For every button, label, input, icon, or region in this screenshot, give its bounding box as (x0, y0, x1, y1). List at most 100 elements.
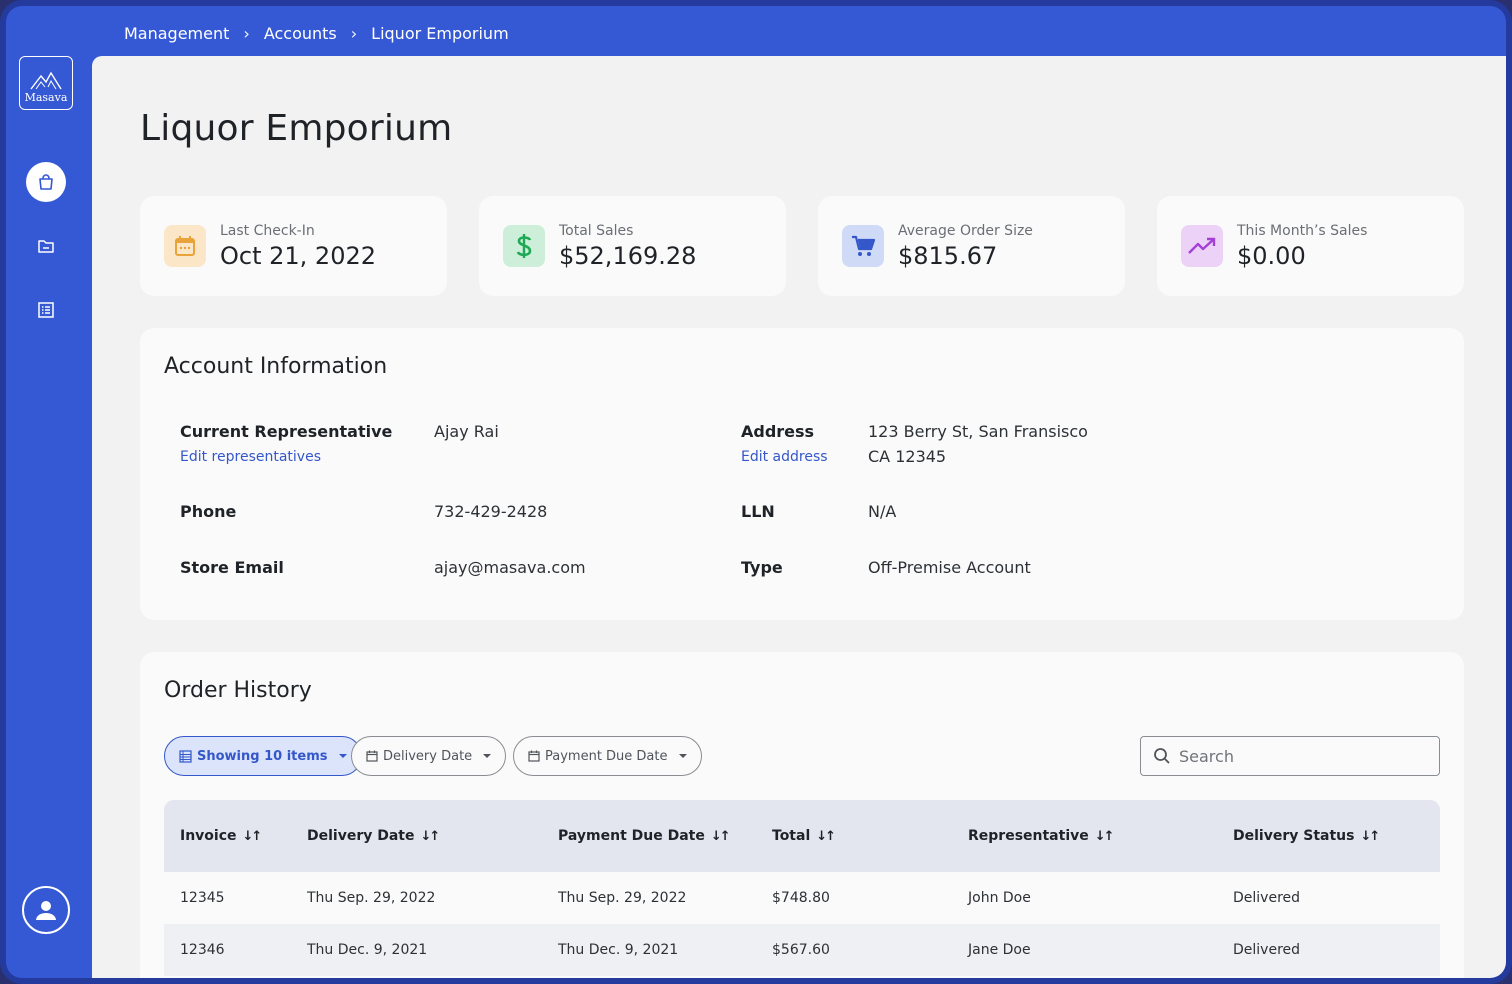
lln-value: N/A (868, 502, 897, 521)
store-email-value: ajay@masava.com (434, 558, 586, 577)
payment-due-date-filter-label: Payment Due Date (545, 748, 668, 764)
stat-label: Average Order Size (898, 222, 1033, 239)
caret-down-icon (338, 754, 347, 758)
table-row[interactable]: 12345 Thu Sep. 29, 2022 Thu Sep. 29, 202… (164, 872, 1440, 924)
column-header-delivery-status[interactable]: Delivery Status ↓↑ (1233, 800, 1380, 872)
search-box (1140, 736, 1440, 776)
stat-label: Last Check-In (220, 222, 315, 239)
sort-icon: ↓↑ (420, 828, 441, 844)
column-header-total[interactable]: Total ↓↑ (772, 800, 836, 872)
logo[interactable]: Masava (19, 56, 73, 110)
cell-delivery-status: Delivered (1233, 942, 1301, 958)
edit-address-link[interactable]: Edit address (741, 449, 828, 465)
page-title: Liquor Emporium (140, 108, 453, 149)
delivery-date-filter[interactable]: Delivery Date (351, 736, 507, 776)
trending-up-icon (1181, 225, 1223, 267)
stat-value: $52,169.28 (559, 241, 697, 270)
sort-icon: ↓↑ (710, 828, 731, 844)
column-header-invoice[interactable]: Invoice ↓↑ (180, 800, 263, 872)
column-header-label: Delivery Date (307, 828, 415, 844)
logo-text: Masava (24, 91, 68, 104)
lln-label: LLN (741, 502, 775, 521)
sidebar: Masava (6, 6, 92, 978)
cell-invoice: 12345 (180, 890, 225, 906)
cell-payment-due-date: Thu Sep. 29, 2022 (558, 890, 687, 906)
sidebar-item-files[interactable] (26, 226, 66, 266)
stat-card-total-sales: Total Sales $52,169.28 (479, 196, 786, 296)
phone-value: 732-429-2428 (434, 502, 548, 521)
app-window: Management › Accounts › Liquor Emporium … (0, 0, 1512, 984)
address-line-2: CA 12345 (868, 447, 947, 466)
column-header-delivery-date[interactable]: Delivery Date ↓↑ (307, 800, 441, 872)
calendar-icon (164, 225, 206, 267)
mountain-logo-icon (30, 71, 62, 90)
phone-label: Phone (180, 502, 237, 521)
sidebar-item-orders[interactable] (26, 162, 66, 202)
current-representative-value: Ajay Rai (434, 422, 499, 441)
cell-total: $748.80 (772, 890, 830, 906)
cell-delivery-status: Delivered (1233, 890, 1301, 906)
type-label: Type (741, 558, 783, 577)
cell-representative: John Doe (968, 890, 1031, 906)
stats-row: Last Check-In Oct 21, 2022 Total Sales $… (140, 196, 1464, 296)
chevron-right-icon: › (350, 23, 358, 43)
column-header-label: Delivery Status (1233, 828, 1355, 844)
edit-representatives-link[interactable]: Edit representatives (180, 449, 321, 465)
column-header-label: Payment Due Date (558, 828, 705, 844)
delivery-date-filter-label: Delivery Date (383, 748, 473, 764)
column-header-payment-due-date[interactable]: Payment Due Date ↓↑ (558, 800, 731, 872)
cell-payment-due-date: Thu Dec. 9, 2021 (558, 942, 679, 958)
calendar-icon (366, 750, 378, 762)
sort-icon: ↓↑ (1360, 828, 1380, 844)
list-icon (38, 302, 54, 318)
stat-value: $0.00 (1237, 241, 1306, 270)
cell-invoice: 12346 (180, 942, 225, 958)
stat-card-average-order-size: Average Order Size $815.67 (818, 196, 1125, 296)
address-label: Address (741, 422, 815, 441)
table-icon (179, 749, 192, 763)
breadcrumb: Management › Accounts › Liquor Emporium (124, 18, 509, 48)
main-content: Liquor Emporium Last Check-In Oct 21, 20… (92, 56, 1506, 978)
breadcrumb-accounts[interactable]: Accounts (264, 24, 337, 43)
breadcrumb-management[interactable]: Management (124, 24, 229, 43)
stat-value: Oct 21, 2022 (220, 241, 376, 270)
chevron-right-icon: › (243, 23, 250, 43)
search-input[interactable] (1179, 746, 1419, 766)
showing-items-dropdown[interactable]: Showing 10 items (164, 736, 362, 776)
stat-card-this-months-sales: This Month’s Sales $0.00 (1157, 196, 1464, 296)
stat-label: This Month’s Sales (1237, 222, 1368, 239)
table-header: Invoice ↓↑ Delivery Date ↓↑ Payment Due … (164, 800, 1440, 872)
stat-label: Total Sales (559, 222, 634, 239)
table-row[interactable]: 12346 Thu Dec. 9, 2021 Thu Dec. 9, 2021 … (164, 924, 1440, 976)
stat-value: $815.67 (898, 241, 998, 270)
address-line-1: 123 Berry St, San Fransisco (868, 422, 1088, 441)
folder-icon (38, 240, 54, 253)
section-title: Order History (164, 678, 312, 703)
sidebar-item-list[interactable] (26, 290, 66, 330)
payment-due-date-filter[interactable]: Payment Due Date (513, 736, 702, 776)
stat-card-last-check-in: Last Check-In Oct 21, 2022 (140, 196, 447, 296)
caret-down-icon (483, 754, 492, 758)
showing-items-label: Showing 10 items (197, 748, 328, 764)
search-icon (1154, 748, 1170, 764)
calendar-icon (528, 750, 540, 762)
order-history-card: Order History Showing 10 items Delivery … (140, 652, 1464, 978)
sort-icon: ↓↑ (816, 828, 836, 844)
sort-icon: ↓↑ (1094, 828, 1115, 844)
column-header-representative[interactable]: Representative ↓↑ (968, 800, 1115, 872)
cell-total: $567.60 (772, 942, 830, 958)
user-icon (36, 901, 56, 920)
section-title: Account Information (164, 354, 388, 379)
order-history-table: Invoice ↓↑ Delivery Date ↓↑ Payment Due … (164, 800, 1440, 976)
sort-icon: ↓↑ (242, 828, 263, 844)
current-representative-label: Current Representative (180, 422, 393, 441)
account-information-card: Account Information Current Representati… (140, 328, 1464, 620)
caret-down-icon (678, 754, 687, 758)
cell-delivery-date: Thu Sep. 29, 2022 (307, 890, 436, 906)
shopping-bag-icon (39, 174, 53, 190)
cart-icon (842, 225, 884, 267)
column-header-label: Representative (968, 828, 1089, 844)
breadcrumb-current: Liquor Emporium (371, 23, 509, 43)
type-value: Off-Premise Account (868, 558, 1031, 577)
profile-button[interactable] (22, 886, 70, 934)
